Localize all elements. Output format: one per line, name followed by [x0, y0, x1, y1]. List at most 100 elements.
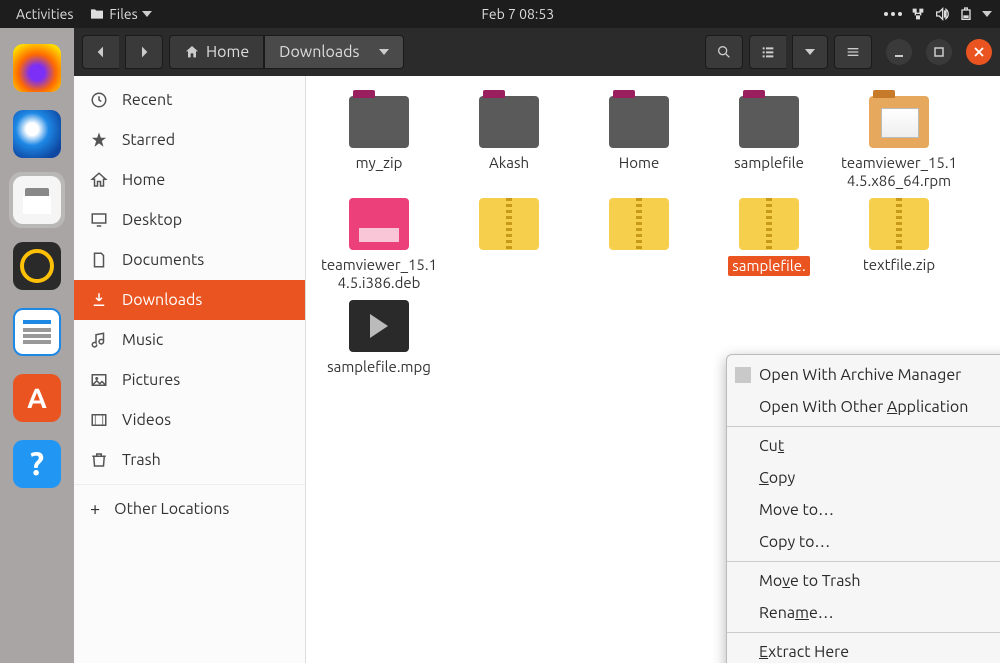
thunderbird-icon: [13, 110, 61, 158]
view-list-button[interactable]: [749, 35, 786, 69]
menu-label: Cut: [759, 437, 784, 455]
close-button[interactable]: [966, 39, 992, 65]
menu-label: Copy: [759, 469, 795, 487]
dock-rhythmbox[interactable]: [9, 238, 65, 294]
view-options-button[interactable]: [792, 35, 828, 69]
menu-open-other[interactable]: Open With Other Application: [727, 391, 1000, 423]
headerbar: Home Downloads: [74, 28, 1000, 76]
menu-label: Open With Other Application: [759, 398, 968, 416]
file-label: my_zip: [318, 154, 440, 172]
path-downloads[interactable]: Downloads: [264, 35, 404, 69]
sidebar-trash[interactable]: Trash: [74, 440, 305, 480]
sidebar-label: Home: [122, 171, 165, 189]
activities-button[interactable]: Activities: [8, 6, 81, 22]
archive-icon: [869, 198, 929, 250]
menu-cut[interactable]: CutCtrl+X: [727, 430, 1000, 462]
plus-icon: +: [90, 499, 100, 519]
file-item[interactable]: [444, 194, 574, 296]
minimize-button[interactable]: [886, 39, 912, 65]
file-item[interactable]: textfile.zip: [834, 194, 964, 296]
forward-button[interactable]: [125, 35, 163, 69]
sidebar-starred[interactable]: Starred: [74, 120, 305, 160]
dock-writer[interactable]: [9, 304, 65, 360]
file-label: textfile.zip: [838, 256, 960, 274]
file-label: samplefile: [708, 154, 830, 172]
menu-icon: [845, 44, 861, 60]
sidebar-documents[interactable]: Documents: [74, 240, 305, 280]
firefox-icon: [13, 44, 61, 92]
archive-icon: [479, 198, 539, 250]
file-item[interactable]: teamviewer_15.14.5.x86_64.rpm: [834, 92, 964, 194]
download-icon: [90, 291, 108, 309]
window-controls: [886, 39, 992, 65]
file-item[interactable]: samplefile: [704, 92, 834, 194]
pictures-icon: [90, 371, 108, 389]
back-button[interactable]: [82, 35, 119, 69]
file-item[interactable]: my_zip: [314, 92, 444, 194]
sidebar-pictures[interactable]: Pictures: [74, 360, 305, 400]
folder-icon: [479, 96, 539, 148]
dock-software[interactable]: A: [9, 370, 65, 426]
path-home[interactable]: Home: [169, 35, 264, 69]
sidebar-downloads[interactable]: Downloads: [74, 280, 305, 320]
activities-label: Activities: [16, 6, 73, 22]
dock-firefox[interactable]: [9, 40, 65, 96]
sidebar-label: Documents: [122, 251, 204, 269]
network-icon[interactable]: [910, 6, 926, 22]
folder-icon: [609, 96, 669, 148]
sidebar-home[interactable]: Home: [74, 160, 305, 200]
menu-copy-to[interactable]: Copy to…: [727, 526, 1000, 558]
file-label: samplefile.mpg: [318, 358, 440, 376]
search-button[interactable]: [705, 35, 743, 69]
sidebar-label: Music: [122, 331, 163, 349]
menu-label: Move to…: [759, 501, 834, 519]
menu-separator: [727, 561, 1000, 562]
video-icon: [349, 300, 409, 352]
sidebar-music[interactable]: Music: [74, 320, 305, 360]
file-label: Home: [578, 154, 700, 172]
archive-icon: [609, 198, 669, 250]
sidebar-label: Trash: [122, 451, 161, 469]
hamburger-button[interactable]: [834, 35, 872, 69]
dock-help[interactable]: ?: [9, 436, 65, 492]
file-item[interactable]: samplefile.mpg: [314, 296, 444, 380]
context-menu: Open With Archive ManagerReturn Open Wit…: [726, 354, 1000, 663]
chevron-down-icon: [379, 49, 389, 55]
chevron-left-icon: [93, 44, 109, 60]
app-menu-label: Files: [109, 6, 137, 22]
menu-extract-here[interactable]: Extract Here: [727, 636, 1000, 663]
notif-dots[interactable]: [876, 12, 910, 16]
music-icon: [90, 331, 108, 349]
chevron-down-icon[interactable]: [982, 11, 992, 17]
file-item[interactable]: teamviewer_15.14.5.i386.deb: [314, 194, 444, 296]
sidebar-label: Starred: [122, 131, 175, 149]
menu-rename[interactable]: Rename…F2: [727, 597, 1000, 629]
sidebar-recent[interactable]: Recent: [74, 80, 305, 120]
volume-icon[interactable]: [934, 6, 950, 22]
chevron-right-icon: [136, 44, 152, 60]
app-menu[interactable]: Files: [81, 6, 159, 22]
clock[interactable]: Feb 7 08:53: [474, 6, 563, 22]
sidebar-label: Downloads: [122, 291, 202, 309]
file-item[interactable]: [574, 194, 704, 296]
clock-label: Feb 7 08:53: [482, 6, 555, 22]
clock-icon: [90, 91, 108, 109]
dock-thunderbird[interactable]: [9, 106, 65, 162]
menu-copy[interactable]: CopyCtrl+C: [727, 462, 1000, 494]
maximize-button[interactable]: [926, 39, 952, 65]
battery-icon[interactable]: [958, 6, 974, 22]
menu-open-archive[interactable]: Open With Archive ManagerReturn: [727, 359, 1000, 391]
file-item-selected[interactable]: samplefile.: [704, 194, 834, 296]
top-panel: Activities Files Feb 7 08:53: [0, 0, 1000, 28]
archive-app-icon: [735, 367, 751, 383]
file-grid[interactable]: my_zip Akash Home samplefile teamviewer_…: [306, 76, 1000, 663]
sidebar-other-locations[interactable]: +Other Locations: [74, 484, 305, 528]
dock-files[interactable]: [9, 172, 65, 228]
sidebar-videos[interactable]: Videos: [74, 400, 305, 440]
file-item[interactable]: Akash: [444, 92, 574, 194]
menu-move-to[interactable]: Move to…: [727, 494, 1000, 526]
sidebar-desktop[interactable]: Desktop: [74, 200, 305, 240]
menu-move-to-trash[interactable]: Move to TrashDelete: [727, 565, 1000, 597]
writer-icon: [13, 308, 61, 356]
file-item[interactable]: Home: [574, 92, 704, 194]
